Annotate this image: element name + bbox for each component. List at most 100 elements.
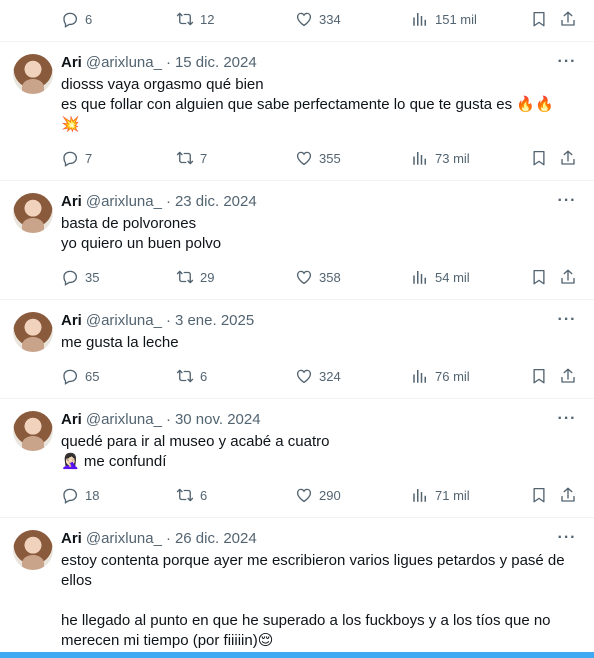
share-icon [559, 149, 577, 167]
retweet-icon [176, 268, 194, 286]
retweet-button[interactable]: 12 [176, 9, 214, 29]
tweet-date[interactable]: 23 dic. 2024 [175, 193, 257, 210]
tweet-actions: 6 12 334 151 mil [61, 9, 581, 29]
bottom-scrollbar[interactable] [0, 652, 594, 658]
tweet-date[interactable]: 26 dic. 2024 [175, 530, 257, 547]
views-icon [411, 10, 429, 28]
separator-dot: · [165, 411, 171, 428]
like-icon [295, 149, 313, 167]
bookmark-icon [530, 149, 548, 167]
views-icon [411, 367, 429, 385]
avatar[interactable] [13, 411, 53, 451]
tweet-card[interactable]: Ari @arixluna_ · 26 dic. 2024 ··· estoy con… [0, 518, 594, 658]
author-name[interactable]: Ari [61, 193, 82, 210]
tweet-date[interactable]: 15 dic. 2024 [175, 54, 257, 71]
like-icon [295, 367, 313, 385]
bookmark-button[interactable] [530, 148, 548, 168]
share-button[interactable] [559, 9, 577, 29]
like-icon [295, 486, 313, 504]
tweet-text: estoy contenta porque ayer me escribiero… [61, 551, 581, 651]
more-icon[interactable]: ··· [557, 411, 577, 432]
retweet-icon [176, 10, 194, 28]
avatar[interactable] [13, 312, 53, 352]
views-button[interactable]: 76 mil [411, 366, 470, 386]
author-handle[interactable]: @arixluna_ [86, 411, 162, 428]
more-icon[interactable]: ··· [557, 54, 577, 75]
reply-button[interactable]: 35 [61, 267, 99, 287]
tweet-card[interactable]: Ari @arixluna_ · 23 dic. 2024 ··· basta de … [0, 181, 594, 300]
separator-dot: · [165, 193, 171, 210]
tweet-line: 💥 [61, 116, 80, 133]
tweet-card[interactable]: Ari @arixluna_ · 3 ene. 2025 ··· me gusta l… [0, 300, 594, 399]
more-icon[interactable]: ··· [557, 312, 577, 333]
bookmark-button[interactable] [530, 366, 548, 386]
views-button[interactable]: 73 mil [411, 148, 470, 168]
tweet-date[interactable]: 3 ene. 2025 [175, 312, 254, 329]
tweet-line [61, 591, 581, 611]
like-button[interactable]: 290 [295, 485, 341, 505]
separator-dot: · [165, 54, 171, 71]
bookmark-button[interactable] [530, 485, 548, 505]
tweet-date[interactable]: 30 nov. 2024 [175, 411, 261, 428]
retweet-button[interactable]: 6 [176, 485, 207, 505]
reply-button[interactable]: 18 [61, 485, 99, 505]
separator-dot: · [165, 312, 171, 329]
retweet-button[interactable]: 6 [176, 366, 207, 386]
views-icon [411, 149, 429, 167]
retweet-icon [176, 486, 194, 504]
tweet-line: diosss vaya orgasmo qué bien [61, 76, 264, 93]
more-icon[interactable]: ··· [557, 193, 577, 214]
share-button[interactable] [559, 366, 577, 386]
author-name[interactable]: Ari [61, 312, 82, 329]
reply-icon [61, 149, 79, 167]
tweet-header: Ari @arixluna_ · 3 ene. 2025 [61, 311, 254, 331]
tweet-actions: 35 29 358 54 mil [61, 267, 581, 287]
tweet-card-partial[interactable]: 6 12 334 151 mil [0, 0, 594, 42]
views-icon [411, 486, 429, 504]
author-handle[interactable]: @arixluna_ [86, 530, 162, 547]
share-button[interactable] [559, 485, 577, 505]
author-handle[interactable]: @arixluna_ [86, 312, 162, 329]
tweet-header: Ari @arixluna_ · 15 dic. 2024 [61, 53, 257, 73]
retweet-icon [176, 367, 194, 385]
author-handle[interactable]: @arixluna_ [86, 54, 162, 71]
reply-button[interactable]: 65 [61, 366, 99, 386]
bookmark-button[interactable] [530, 9, 548, 29]
tweet-card[interactable]: Ari @arixluna_ · 15 dic. 2024 ··· diosss va… [0, 42, 594, 181]
author-name[interactable]: Ari [61, 530, 82, 547]
reply-button[interactable]: 6 [61, 9, 92, 29]
tweet-actions: 65 6 324 76 mil [61, 366, 581, 386]
like-button[interactable]: 358 [295, 267, 341, 287]
avatar[interactable] [13, 530, 53, 570]
avatar[interactable] [13, 54, 53, 94]
avatar[interactable] [13, 193, 53, 233]
separator-dot: · [165, 530, 171, 547]
author-handle[interactable]: @arixluna_ [86, 193, 162, 210]
more-icon[interactable]: ··· [557, 530, 577, 551]
share-button[interactable] [559, 267, 577, 287]
views-icon [411, 268, 429, 286]
bookmark-button[interactable] [530, 267, 548, 287]
views-button[interactable]: 151 mil [411, 9, 477, 29]
author-name[interactable]: Ari [61, 411, 82, 428]
author-name[interactable]: Ari [61, 54, 82, 71]
like-icon [295, 268, 313, 286]
tweet-card[interactable]: Ari @arixluna_ · 30 nov. 2024 ··· quedé par… [0, 399, 594, 518]
tweet-line: estoy contenta porque ayer me escribiero… [61, 552, 565, 589]
tweet-text: basta de polvorones yo quiero un buen po… [61, 214, 581, 254]
tweet-text: quedé para ir al museo y acabé a cuatro … [61, 432, 581, 472]
retweet-button[interactable]: 7 [176, 148, 207, 168]
reply-button[interactable]: 7 [61, 148, 92, 168]
tweet-line: yo quiero un buen polvo [61, 235, 222, 252]
tweet-text: diosss vaya orgasmo qué bien es que foll… [61, 75, 581, 135]
share-button[interactable] [559, 148, 577, 168]
like-button[interactable]: 355 [295, 148, 341, 168]
tweet-line: quedé para ir al museo y acabé a cuatro [61, 433, 330, 450]
views-button[interactable]: 54 mil [411, 267, 470, 287]
tweet-line: 🤦🏻‍♀️ me confundí [61, 453, 167, 470]
like-button[interactable]: 334 [295, 9, 341, 29]
retweet-button[interactable]: 29 [176, 267, 214, 287]
tweet-header: Ari @arixluna_ · 23 dic. 2024 [61, 192, 257, 212]
views-button[interactable]: 71 mil [411, 485, 470, 505]
like-button[interactable]: 324 [295, 366, 341, 386]
